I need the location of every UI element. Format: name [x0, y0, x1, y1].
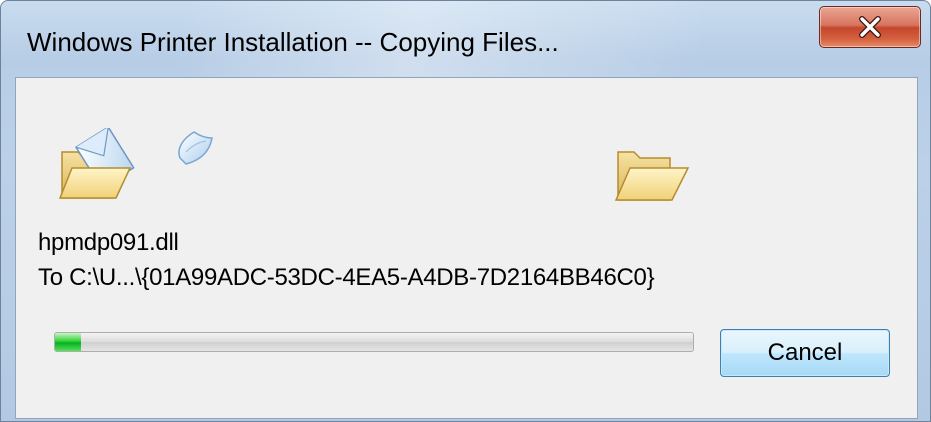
- close-icon: [859, 16, 881, 38]
- copying-files-dialog: Windows Printer Installation -- Copying …: [0, 0, 931, 422]
- close-button[interactable]: [819, 6, 921, 48]
- destination-path-label: To C:\U...\{01A99ADC-53DC-4EA5-A4DB-7D21…: [38, 264, 655, 291]
- flying-document-icon: [178, 131, 213, 165]
- dialog-body: hpmdp091.dll To C:\U...\{01A99ADC-53DC-4…: [15, 77, 918, 419]
- progress-bar-fill: [55, 333, 81, 351]
- copy-progress-bar: [54, 332, 694, 352]
- open-folder-with-page-icon: [58, 128, 135, 199]
- window-title: Windows Printer Installation -- Copying …: [27, 27, 559, 57]
- open-folder-icon: [614, 151, 690, 201]
- cancel-button[interactable]: Cancel: [720, 329, 890, 377]
- file-name-label: hpmdp091.dll: [38, 229, 179, 256]
